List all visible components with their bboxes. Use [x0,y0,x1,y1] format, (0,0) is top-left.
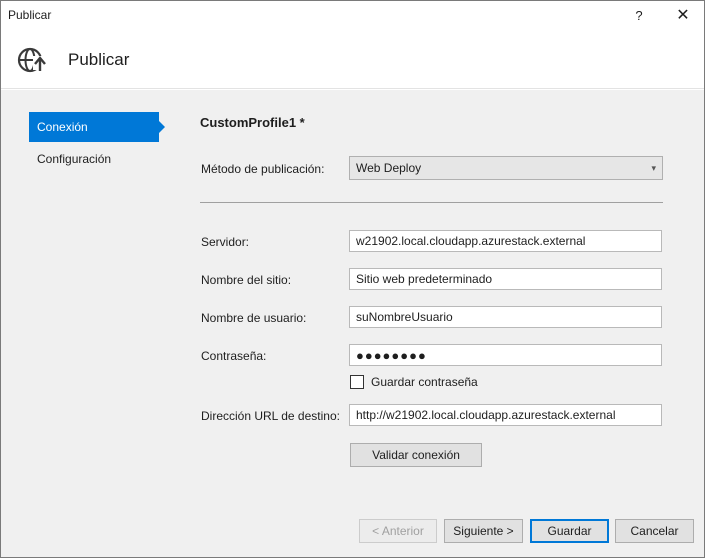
profile-name: CustomProfile1 * [200,115,305,130]
save-button[interactable]: Guardar [530,519,609,543]
section-divider [200,202,663,203]
server-label: Servidor: [201,235,250,249]
save-password-checkbox[interactable] [350,375,364,389]
previous-button[interactable]: < Anterior [359,519,437,543]
nav-item-settings[interactable]: Configuración [29,144,159,174]
username-label: Nombre de usuario: [201,311,307,325]
destination-url-input[interactable]: http://w21902.local.cloudapp.azurestack.… [349,404,662,426]
cancel-button[interactable]: Cancelar [615,519,694,543]
publish-method-select[interactable]: Web Deploy ▾ [349,156,663,180]
next-button[interactable]: Siguiente > [444,519,523,543]
window-title: Publicar [8,8,52,22]
title-bar: Publicar ? ✕ [1,1,704,29]
content-area: Conexión Configuración CustomProfile1 * … [1,90,704,557]
close-button[interactable]: ✕ [663,1,703,29]
publish-method-label: Método de publicación: [201,162,325,176]
validate-connection-button[interactable]: Validar conexión [350,443,482,467]
site-name-label: Nombre del sitio: [201,273,292,287]
globe-publish-icon [17,47,47,73]
destination-url-label: Dirección URL de destino: [201,409,340,423]
username-input[interactable]: suNombreUsuario [349,306,662,328]
header-title: Publicar [68,50,130,69]
publish-method-value: Web Deploy [356,161,422,175]
password-input[interactable]: ●●●●●●●● [349,344,662,366]
nav-item-connection[interactable]: Conexión [29,112,165,142]
save-password-label[interactable]: Guardar contraseña [371,375,478,389]
server-input[interactable]: w21902.local.cloudapp.azurestack.externa… [349,230,662,252]
password-label: Contraseña: [201,349,267,363]
publish-dialog: Publicar ? ✕ Publicar Conexión Configura… [0,0,705,558]
site-name-input[interactable]: Sitio web predeterminado [349,268,662,290]
help-button[interactable]: ? [619,1,659,29]
chevron-down-icon: ▾ [651,163,656,173]
dialog-header: Publicar [1,29,704,89]
